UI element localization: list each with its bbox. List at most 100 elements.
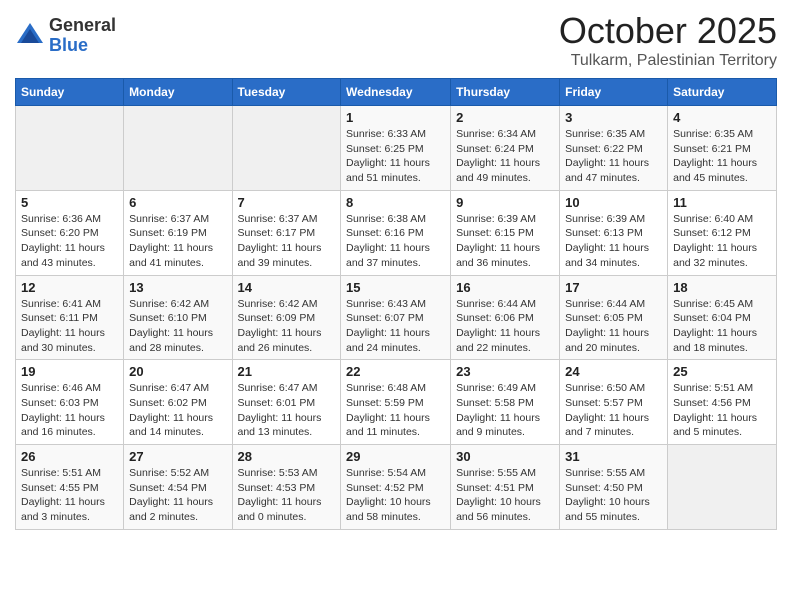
day-number: 8: [346, 195, 445, 210]
calendar-cell: 9 Sunrise: 6:39 AM Sunset: 6:15 PM Daylig…: [451, 190, 560, 275]
calendar-week-row: 1Sunrise: 6:33 AM Sunset: 6:25 PM Daylig…: [16, 106, 777, 191]
day-number: 10: [565, 195, 662, 210]
day-info: Sunrise: 6:46 AM Sunset: 6:03 PM Dayligh…: [21, 381, 118, 440]
day-number: 2: [456, 110, 554, 125]
day-info: Sunrise: 6:44 AM Sunset: 6:06 PM Dayligh…: [456, 297, 554, 356]
day-number: 17: [565, 280, 662, 295]
day-number: 20: [129, 364, 226, 379]
location-title: Tulkarm, Palestinian Territory: [559, 52, 777, 70]
page-header: General Blue October 2025 Tulkarm, Pales…: [15, 10, 777, 70]
logo: General Blue: [15, 16, 116, 56]
day-number: 12: [21, 280, 118, 295]
logo-icon: [15, 21, 45, 51]
day-number: 3: [565, 110, 662, 125]
calendar-cell: 8 Sunrise: 6:38 AM Sunset: 6:16 PM Daylig…: [341, 190, 451, 275]
day-number: 19: [21, 364, 118, 379]
weekday-header-monday: Monday: [124, 79, 232, 106]
calendar-cell: 14 Sunrise: 6:42 AM Sunset: 6:09 PM Dayli…: [232, 275, 341, 360]
day-info: Sunrise: 6:43 AM Sunset: 6:07 PM Dayligh…: [346, 297, 445, 356]
day-info: Sunrise: 5:54 AM Sunset: 4:52 PM Dayligh…: [346, 466, 445, 525]
calendar-cell: 13 Sunrise: 6:42 AM Sunset: 6:10 PM Dayli…: [124, 275, 232, 360]
calendar-cell: 25 Sunrise: 5:51 AM Sunset: 4:56 PM Dayli…: [668, 360, 777, 445]
calendar-cell: 10Sunrise: 6:39 AM Sunset: 6:13 PM Dayli…: [560, 190, 668, 275]
day-number: 15: [346, 280, 445, 295]
weekday-header-sunday: Sunday: [16, 79, 124, 106]
day-number: 9: [456, 195, 554, 210]
calendar-cell: 31Sunrise: 5:55 AM Sunset: 4:50 PM Dayli…: [560, 445, 668, 530]
calendar-body: 1Sunrise: 6:33 AM Sunset: 6:25 PM Daylig…: [16, 106, 777, 530]
day-number: 29: [346, 449, 445, 464]
weekday-header-row: SundayMondayTuesdayWednesdayThursdayFrid…: [16, 79, 777, 106]
day-info: Sunrise: 6:36 AM Sunset: 6:20 PM Dayligh…: [21, 212, 118, 271]
calendar-cell: 27 Sunrise: 5:52 AM Sunset: 4:54 PM Dayli…: [124, 445, 232, 530]
calendar-week-row: 26Sunrise: 5:51 AM Sunset: 4:55 PM Dayli…: [16, 445, 777, 530]
calendar-cell: 17 Sunrise: 6:44 AM Sunset: 6:05 PM Dayli…: [560, 275, 668, 360]
logo-blue-text: Blue: [49, 36, 116, 56]
day-number: 11: [673, 195, 771, 210]
day-number: 23: [456, 364, 554, 379]
day-info: Sunrise: 6:42 AM Sunset: 6:10 PM Dayligh…: [129, 297, 226, 356]
day-number: 31: [565, 449, 662, 464]
day-number: 25: [673, 364, 771, 379]
month-title: October 2025: [559, 10, 777, 52]
calendar-cell: 6Sunrise: 6:37 AM Sunset: 6:19 PM Daylig…: [124, 190, 232, 275]
day-info: Sunrise: 6:38 AM Sunset: 6:16 PM Dayligh…: [346, 212, 445, 271]
calendar-cell: 22Sunrise: 6:48 AM Sunset: 5:59 PM Dayli…: [341, 360, 451, 445]
day-info: Sunrise: 6:40 AM Sunset: 6:12 PM Dayligh…: [673, 212, 771, 271]
calendar-cell: 16 Sunrise: 6:44 AM Sunset: 6:06 PM Dayli…: [451, 275, 560, 360]
day-info: Sunrise: 6:37 AM Sunset: 6:19 PM Dayligh…: [129, 212, 226, 271]
calendar-cell: 19 Sunrise: 6:46 AM Sunset: 6:03 PM Dayli…: [16, 360, 124, 445]
calendar-cell: 30 Sunrise: 5:55 AM Sunset: 4:51 PM Dayli…: [451, 445, 560, 530]
calendar-cell: 2 Sunrise: 6:34 AM Sunset: 6:24 PM Daylig…: [451, 106, 560, 191]
day-number: 27: [129, 449, 226, 464]
weekday-header-saturday: Saturday: [668, 79, 777, 106]
calendar-week-row: 12Sunrise: 6:41 AM Sunset: 6:11 PM Dayli…: [16, 275, 777, 360]
day-number: 1: [346, 110, 445, 125]
calendar-cell: 21 Sunrise: 6:47 AM Sunset: 6:01 PM Dayli…: [232, 360, 341, 445]
day-number: 14: [238, 280, 336, 295]
calendar-week-row: 5 Sunrise: 6:36 AM Sunset: 6:20 PM Daylig…: [16, 190, 777, 275]
calendar-cell: 18 Sunrise: 6:45 AM Sunset: 6:04 PM Dayli…: [668, 275, 777, 360]
weekday-header-thursday: Thursday: [451, 79, 560, 106]
calendar-cell: 23Sunrise: 6:49 AM Sunset: 5:58 PM Dayli…: [451, 360, 560, 445]
day-number: 16: [456, 280, 554, 295]
calendar-cell: 24Sunrise: 6:50 AM Sunset: 5:57 PM Dayli…: [560, 360, 668, 445]
day-number: 22: [346, 364, 445, 379]
calendar-cell: 11 Sunrise: 6:40 AM Sunset: 6:12 PM Dayli…: [668, 190, 777, 275]
day-number: 30: [456, 449, 554, 464]
day-info: Sunrise: 6:39 AM Sunset: 6:15 PM Dayligh…: [456, 212, 554, 271]
day-info: Sunrise: 6:42 AM Sunset: 6:09 PM Dayligh…: [238, 297, 336, 356]
day-info: Sunrise: 6:34 AM Sunset: 6:24 PM Dayligh…: [456, 127, 554, 186]
calendar-table: SundayMondayTuesdayWednesdayThursdayFrid…: [15, 78, 777, 530]
day-info: Sunrise: 6:44 AM Sunset: 6:05 PM Dayligh…: [565, 297, 662, 356]
calendar-cell: 26Sunrise: 5:51 AM Sunset: 4:55 PM Dayli…: [16, 445, 124, 530]
calendar-cell: 20 Sunrise: 6:47 AM Sunset: 6:02 PM Dayli…: [124, 360, 232, 445]
day-number: 7: [238, 195, 336, 210]
day-number: 18: [673, 280, 771, 295]
day-number: 13: [129, 280, 226, 295]
day-info: Sunrise: 6:35 AM Sunset: 6:21 PM Dayligh…: [673, 127, 771, 186]
calendar-cell: 28 Sunrise: 5:53 AM Sunset: 4:53 PM Dayli…: [232, 445, 341, 530]
day-info: Sunrise: 5:55 AM Sunset: 4:51 PM Dayligh…: [456, 466, 554, 525]
calendar-cell: [124, 106, 232, 191]
day-number: 28: [238, 449, 336, 464]
day-info: Sunrise: 5:51 AM Sunset: 4:55 PM Dayligh…: [21, 466, 118, 525]
weekday-header-tuesday: Tuesday: [232, 79, 341, 106]
day-info: Sunrise: 5:53 AM Sunset: 4:53 PM Dayligh…: [238, 466, 336, 525]
day-info: Sunrise: 6:45 AM Sunset: 6:04 PM Dayligh…: [673, 297, 771, 356]
day-info: Sunrise: 5:52 AM Sunset: 4:54 PM Dayligh…: [129, 466, 226, 525]
calendar-week-row: 19 Sunrise: 6:46 AM Sunset: 6:03 PM Dayli…: [16, 360, 777, 445]
calendar-header: SundayMondayTuesdayWednesdayThursdayFrid…: [16, 79, 777, 106]
day-info: Sunrise: 6:37 AM Sunset: 6:17 PM Dayligh…: [238, 212, 336, 271]
calendar-cell: 15 Sunrise: 6:43 AM Sunset: 6:07 PM Dayli…: [341, 275, 451, 360]
calendar-cell: 1Sunrise: 6:33 AM Sunset: 6:25 PM Daylig…: [341, 106, 451, 191]
calendar-cell: 29 Sunrise: 5:54 AM Sunset: 4:52 PM Dayli…: [341, 445, 451, 530]
day-number: 21: [238, 364, 336, 379]
day-info: Sunrise: 5:51 AM Sunset: 4:56 PM Dayligh…: [673, 381, 771, 440]
calendar-cell: [232, 106, 341, 191]
day-info: Sunrise: 6:47 AM Sunset: 6:01 PM Dayligh…: [238, 381, 336, 440]
calendar-cell: 12Sunrise: 6:41 AM Sunset: 6:11 PM Dayli…: [16, 275, 124, 360]
day-info: Sunrise: 6:47 AM Sunset: 6:02 PM Dayligh…: [129, 381, 226, 440]
day-number: 5: [21, 195, 118, 210]
title-block: October 2025 Tulkarm, Palestinian Territ…: [559, 10, 777, 70]
